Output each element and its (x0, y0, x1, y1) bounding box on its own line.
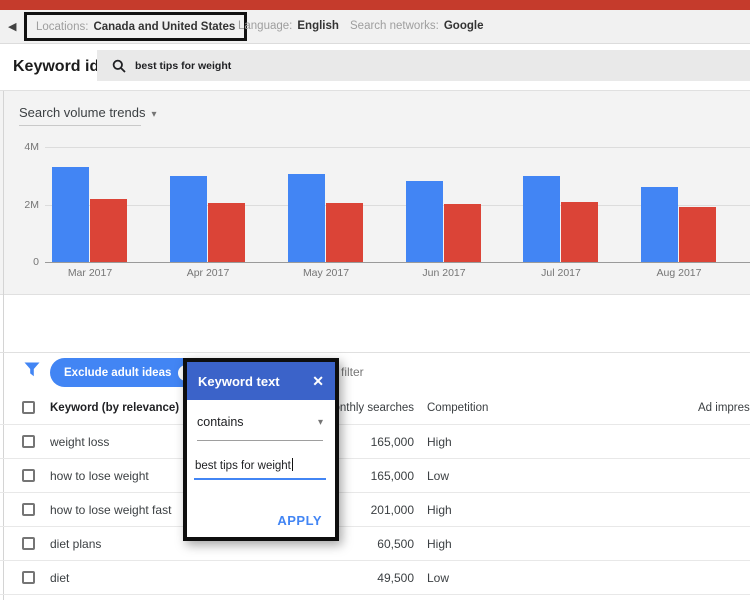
row-checkbox[interactable] (22, 571, 35, 584)
table-row: diet plans60,500High (0, 527, 750, 561)
keyword-planner-page: { "topbar": { "locations_label": "Locati… (0, 0, 750, 600)
bar-series-blue (52, 167, 89, 262)
bar-series-blue (288, 174, 325, 262)
x-axis-label: Jul 2017 (511, 267, 611, 279)
match-select-underline (197, 440, 323, 441)
search-icon (112, 59, 126, 73)
row-checkbox[interactable] (22, 537, 35, 550)
keyword-search-value: best tips for weight (135, 60, 231, 72)
search-networks-value: Google (444, 20, 484, 32)
chart-plot: Search volume trends ▾ 4M 2M 0Mar 2017 Apr 2… (0, 91, 750, 295)
chip-label: Exclude adult ideas (64, 367, 171, 379)
keyword-text-value: best tips for weight (195, 460, 291, 472)
bar-series-red (90, 199, 127, 262)
x-axis-label: May 2017 (276, 267, 376, 279)
competition-cell: High (427, 435, 452, 449)
input-focus-underline (194, 478, 326, 480)
match-type-value: contains (197, 415, 244, 429)
column-header-ad-impression[interactable]: Ad impression (698, 402, 750, 414)
x-axis-label: Mar 2017 (40, 267, 140, 279)
gridline (45, 147, 750, 148)
column-header-competition[interactable]: Competition (427, 402, 488, 414)
chevron-down-icon: ▾ (318, 417, 323, 428)
keywords-table-section (0, 352, 750, 353)
keyword-text-filter-popup: Keyword text ✕ contains ▾ best tips for … (183, 358, 339, 541)
table-row: weight loss165,000High (0, 425, 750, 459)
locations-value: Canada and United States (93, 21, 235, 33)
bar-series-blue (170, 176, 207, 262)
table-rows: weight loss165,000Highhow to lose weight… (0, 425, 750, 595)
row-checkbox[interactable] (22, 435, 35, 448)
row-checkbox[interactable] (22, 503, 35, 516)
keyword-cell: diet plans (50, 537, 101, 551)
text-cursor (292, 458, 293, 471)
keyword-cell: weight loss (50, 435, 109, 449)
search-networks-setting[interactable]: Search networks: Google (350, 20, 483, 32)
competition-cell: Low (427, 469, 449, 483)
y-axis-label: 4M (7, 141, 39, 153)
chart-title: Search volume trends (19, 105, 145, 120)
close-icon[interactable]: ✕ (312, 373, 324, 390)
monthly-searches-cell: 49,500 (264, 571, 414, 585)
bar-series-red (679, 207, 716, 262)
search-networks-label: Search networks: (350, 20, 439, 32)
y-axis-label: 0 (7, 256, 39, 268)
popup-body: contains ▾ best tips for weight APPLY (187, 400, 335, 537)
settings-toolbar: ◀ Locations: Canada and United States La… (0, 10, 750, 44)
select-all-checkbox[interactable] (22, 401, 35, 414)
bar-series-blue (523, 176, 560, 262)
apply-button[interactable]: APPLY (277, 513, 322, 528)
competition-cell: Low (427, 571, 449, 585)
language-label: Language: (238, 20, 292, 32)
table-row: diet 49,500 Low (0, 561, 750, 595)
search-volume-trends-dropdown[interactable]: Search volume trends ▾ (19, 105, 156, 120)
filter-funnel-icon[interactable] (24, 362, 40, 377)
chevron-down-icon: ▾ (151, 109, 156, 120)
language-setting[interactable]: Language: English (238, 20, 339, 32)
row-checkbox[interactable] (22, 469, 35, 482)
x-axis-label: Apr 2017 (158, 267, 258, 279)
keyword-text-input[interactable]: best tips for weight (195, 458, 326, 472)
bar-series-red (444, 204, 481, 262)
column-header-keyword[interactable]: Keyword (by relevance) (50, 402, 179, 414)
exclude-adult-ideas-chip[interactable]: Exclude adult ideas ✕ (50, 358, 201, 387)
bar-series-red (561, 202, 598, 262)
bar-series-red (326, 203, 363, 262)
language-value: English (297, 20, 339, 32)
bar-series-blue (641, 187, 678, 262)
back-arrow-icon[interactable]: ◀ (8, 20, 16, 33)
popup-title: Keyword text (198, 374, 280, 389)
keyword-cell: how to lose weight fast (50, 503, 171, 517)
competition-cell: High (427, 537, 452, 551)
chart-title-underline (19, 125, 141, 126)
competition-cell: High (427, 503, 452, 517)
popup-header: Keyword text ✕ (187, 362, 335, 400)
bar-series-blue (406, 181, 443, 262)
locations-setting[interactable]: Locations: Canada and United States (24, 12, 247, 41)
y-axis-label: 2M (7, 199, 39, 211)
app-top-red-strip (0, 0, 750, 10)
x-axis-label: Aug 2017 (629, 267, 729, 279)
table-row: how to lose weight fast201,000High (0, 493, 750, 527)
locations-label: Locations: (36, 21, 88, 33)
keyword-cell: diet (50, 571, 69, 585)
gridline (45, 262, 750, 263)
table-header-row: Keyword (by relevance) monthly searches … (0, 392, 750, 425)
page-header: Keyword ideas best tips for weight (0, 44, 750, 91)
keyword-cell: how to lose weight (50, 469, 149, 483)
add-filter-label[interactable]: filter (341, 365, 364, 379)
x-axis-label: Jun 2017 (394, 267, 494, 279)
keyword-search-input[interactable]: best tips for weight (97, 50, 750, 81)
table-row: how to lose weight165,000Low (0, 459, 750, 493)
match-type-select[interactable]: contains ▾ (197, 415, 325, 429)
bar-series-red (208, 203, 245, 262)
